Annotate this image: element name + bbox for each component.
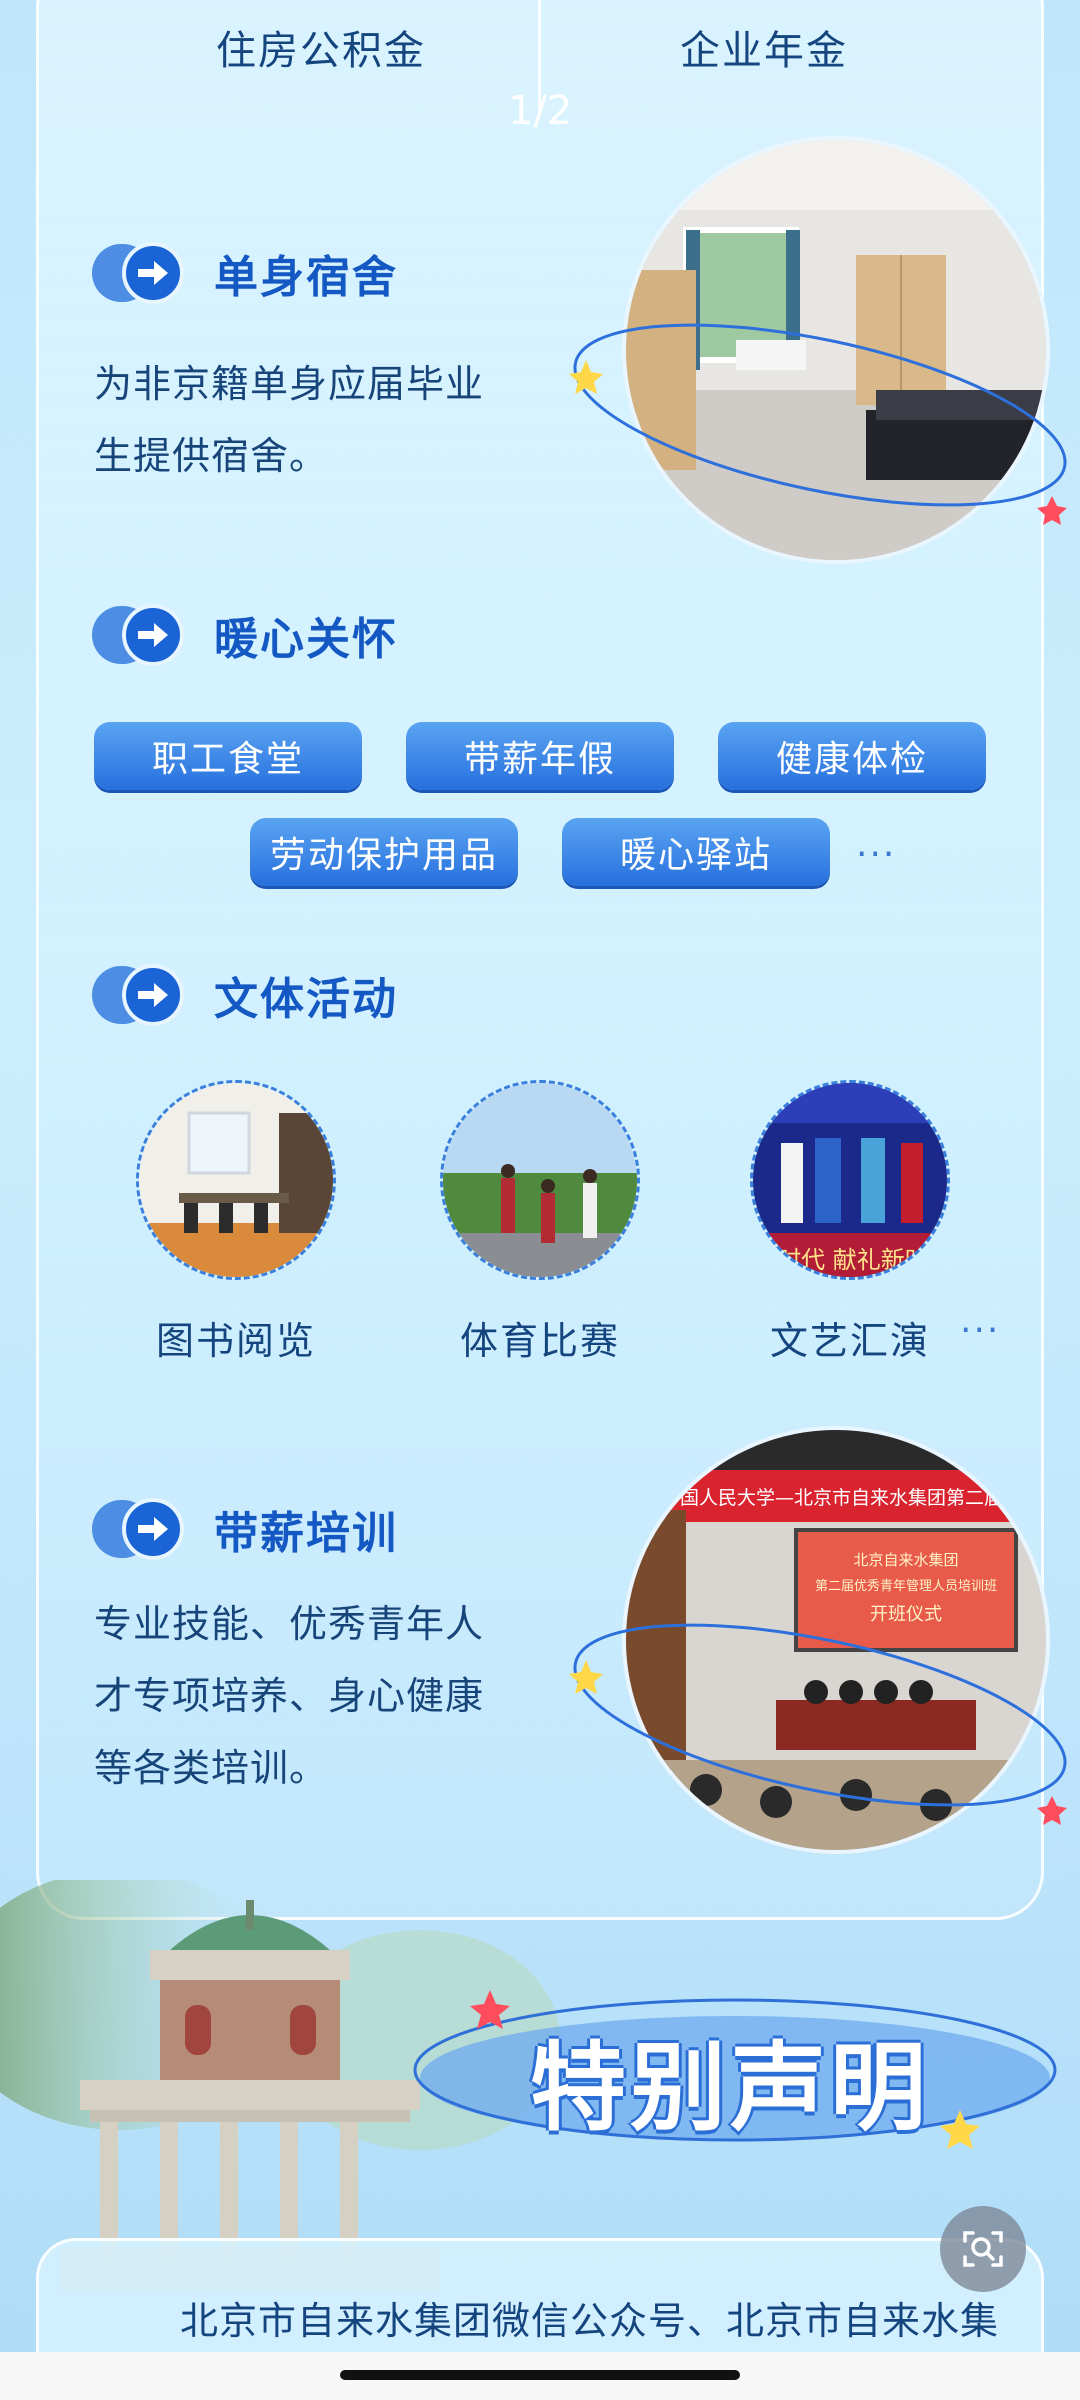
sports-photo: [440, 1080, 640, 1280]
tag-labor-protection: 劳动保护用品: [250, 818, 518, 886]
training-description: 专业技能、优秀青年人 才专项培养、身心健康 等各类培训。: [94, 1602, 485, 1790]
tag-staff-canteen: 职工食堂: [94, 722, 362, 790]
visual-search-button[interactable]: [940, 2206, 1026, 2292]
section-header-dorm: 单身宿舍: [92, 240, 398, 306]
dorm-photo: [622, 136, 1050, 564]
arrow-right-icon: [92, 604, 188, 666]
tab-housing-fund[interactable]: 住房公积金: [216, 18, 426, 76]
home-indicator[interactable]: [340, 2370, 740, 2380]
reading-photo: [136, 1080, 336, 1280]
tab-enterprise-annuity[interactable]: 企业年金: [680, 18, 848, 76]
section-title: 单身宿舍: [214, 252, 398, 303]
section-title: 文体活动: [214, 974, 398, 1025]
page-indicator: 1/2: [508, 88, 573, 134]
dorm-description: 为非京籍单身应届毕业 生提供宿舍。: [94, 362, 485, 478]
more-ellipsis: ···: [856, 834, 897, 875]
special-statement-title: 特别声明: [530, 2032, 930, 2144]
activity-sports-label: 体育比赛: [459, 1319, 620, 1363]
svg-text:中国人民大学—北京市自来水集团第二届优秀: 中国人民大学—北京市自来水集团第二届优秀: [661, 1487, 1041, 1509]
arrow-right-icon: [92, 242, 188, 304]
visual-search-icon: [963, 2231, 1003, 2267]
section-header-training: 带薪培训: [92, 1496, 398, 1562]
more-ellipsis: ···: [960, 1310, 1001, 1351]
section-header-culture: 文体活动: [92, 962, 398, 1028]
section-title: 带薪培训: [214, 1508, 398, 1559]
svg-text:开班仪式: 开班仪式: [870, 1604, 942, 1625]
svg-text:北京自来水集团: 北京自来水集团: [853, 1551, 958, 1569]
svg-text:第二届优秀青年管理人员培训班: 第二届优秀青年管理人员培训班: [815, 1578, 997, 1594]
section-title: 暖心关怀: [214, 614, 398, 665]
tag-paid-leave: 带薪年假: [406, 722, 674, 790]
activity-performance-label: 文艺汇演: [769, 1319, 930, 1363]
performance-photo: 时代 献礼新时: [750, 1080, 950, 1280]
arrow-right-icon: [92, 964, 188, 1026]
activity-reading-label: 图书阅览: [155, 1319, 316, 1363]
arrow-right-icon: [92, 1498, 188, 1560]
statement-text: 北京市自来水集团微信公众号、北京市自来水集: [180, 2299, 1000, 2343]
tag-warm-station: 暖心驿站: [562, 818, 830, 886]
training-photo: 中国人民大学—北京市自来水集团第二届优秀 北京自来水集团 第二届优秀青年管理人员…: [622, 1426, 1050, 1854]
tag-health-checkup: 健康体检: [718, 722, 986, 790]
section-header-care: 暖心关怀: [92, 602, 398, 668]
